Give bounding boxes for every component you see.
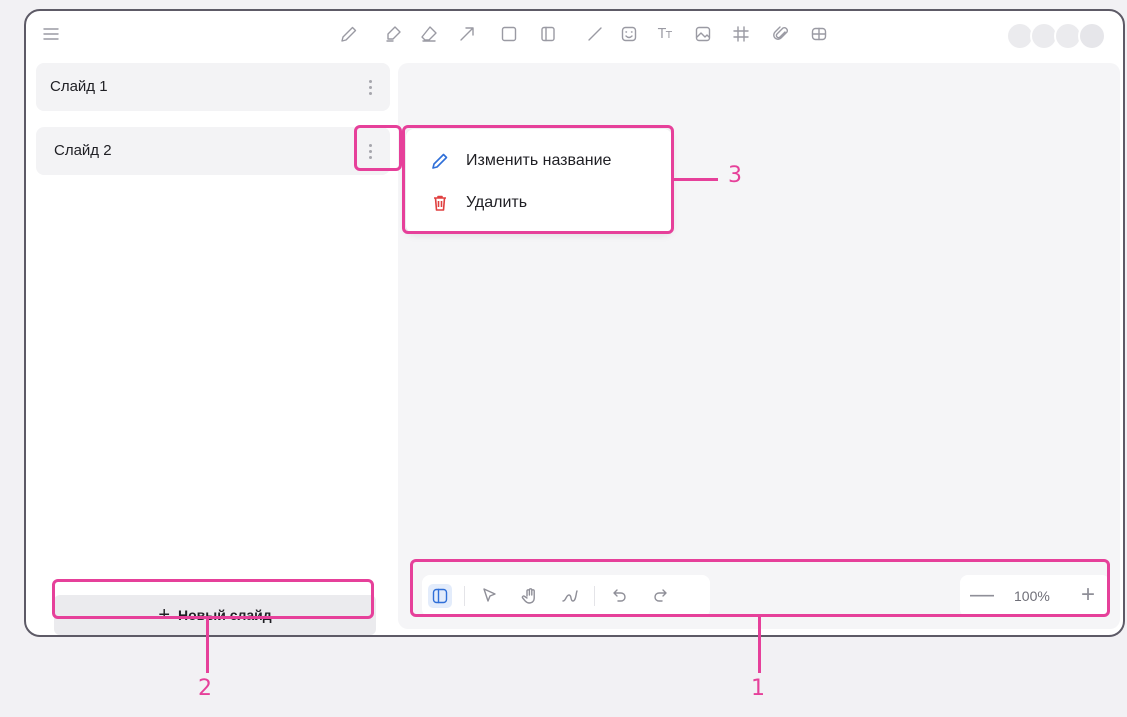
sticker-icon[interactable] [618, 23, 640, 45]
callout-line [206, 619, 209, 673]
table-icon[interactable] [808, 23, 830, 45]
attachment-icon[interactable] [770, 23, 792, 45]
arrow-icon[interactable] [456, 23, 478, 45]
menu-icon[interactable] [40, 23, 62, 45]
marker-icon[interactable] [382, 23, 404, 45]
slide-label: Слайд 1 [50, 78, 108, 95]
avatar-more[interactable] [1078, 22, 1106, 50]
callout-2: 2 [198, 676, 212, 701]
text-icon[interactable]: TT [654, 23, 676, 45]
callout-3: 3 [728, 163, 742, 188]
new-slide-highlight [52, 579, 374, 619]
menu-highlight [402, 125, 674, 234]
sticky-note-icon[interactable] [537, 23, 559, 45]
pencil-icon[interactable] [338, 23, 360, 45]
eraser-icon[interactable] [418, 23, 440, 45]
kebab-highlight [354, 125, 402, 171]
slide-label: Слайд 2 [54, 142, 112, 159]
slides-sidebar: Слайд 1 Слайд 2 + Новый слайд [26, 59, 394, 635]
callout-line [758, 617, 761, 673]
line-icon[interactable] [584, 23, 606, 45]
more-options-icon[interactable] [358, 74, 382, 100]
rectangle-icon[interactable] [498, 23, 520, 45]
grid-icon[interactable] [730, 23, 752, 45]
image-icon[interactable] [692, 23, 714, 45]
bottom-toolbar-highlight [410, 559, 1110, 617]
collaborators[interactable] [1006, 22, 1110, 50]
app-window: TT Слайд 1 Слайд 2 + Новый слайд Изменит… [24, 9, 1125, 637]
slide-item[interactable]: Слайд 1 [36, 63, 390, 111]
callout-line [674, 178, 718, 181]
callout-1: 1 [751, 676, 765, 701]
slide-item[interactable]: Слайд 2 [36, 127, 390, 175]
